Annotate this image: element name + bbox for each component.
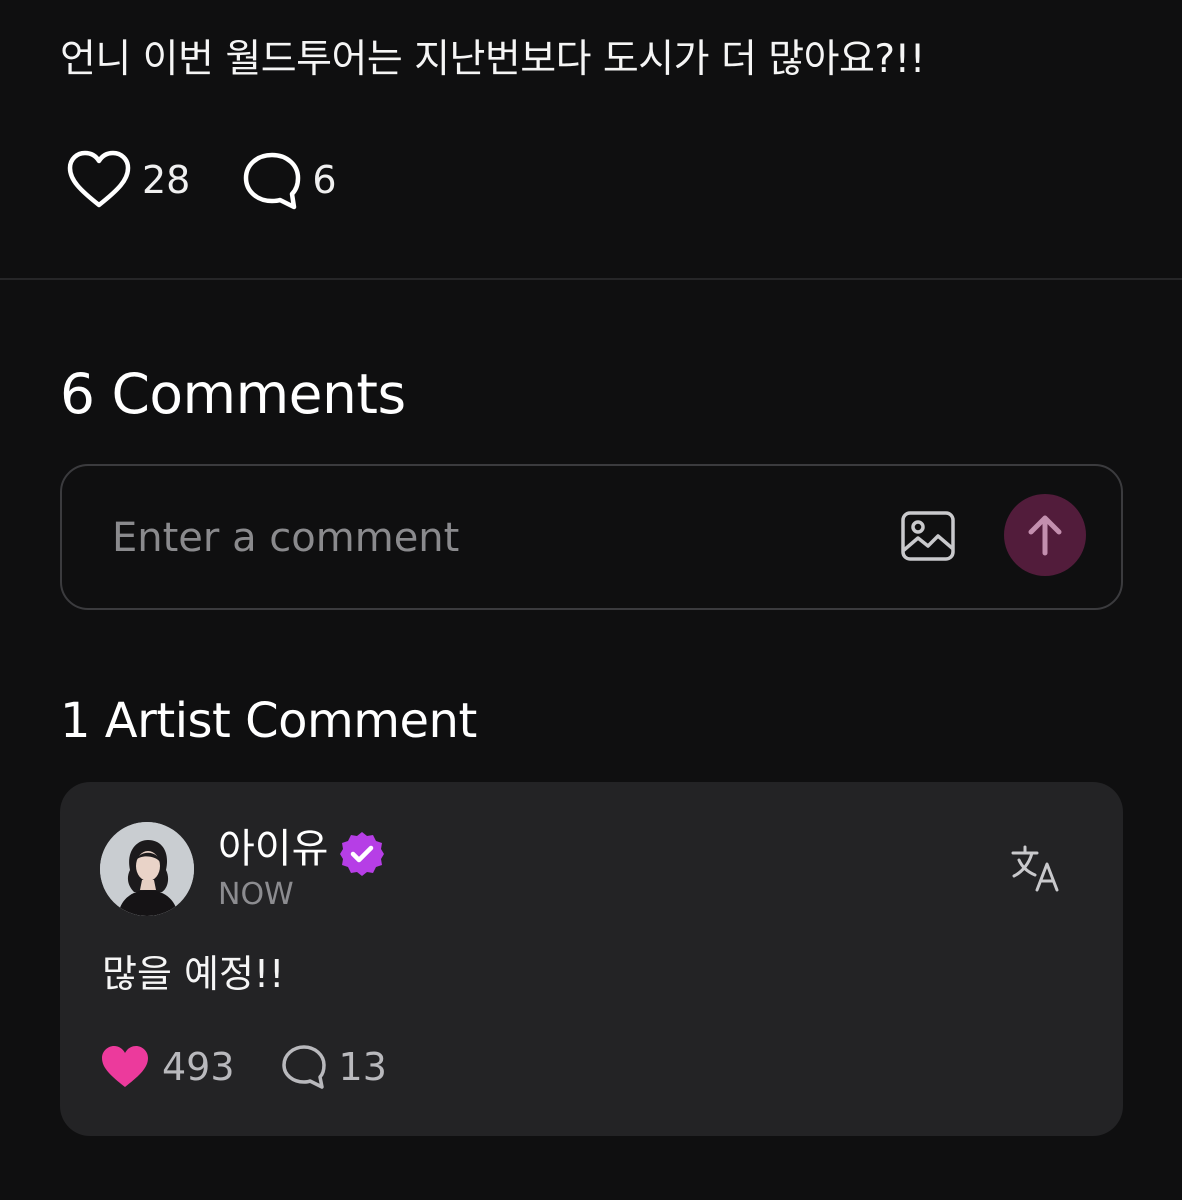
avatar[interactable]	[100, 822, 194, 916]
image-icon	[901, 511, 955, 561]
artist-comments-title: 1 Artist Comment	[60, 693, 477, 749]
send-comment-button[interactable]	[1004, 494, 1086, 576]
attach-image-button[interactable]	[900, 510, 956, 562]
artist-comment-text: 많을 예정!!	[102, 952, 285, 996]
artist-comment-reply-button[interactable]: 13	[281, 1044, 387, 1090]
heart-icon	[67, 150, 131, 208]
verified-badge-icon	[340, 832, 384, 876]
post-actions: 28 6	[66, 150, 337, 210]
artist-comment-card[interactable]: 아이유 NOW 많을 예정!! 493 13	[60, 782, 1123, 1136]
artist-comment-like-count: 493	[162, 1045, 235, 1089]
comment-input-box	[60, 464, 1123, 610]
comment-button[interactable]: 6	[242, 150, 337, 210]
comment-timestamp: NOW	[218, 877, 294, 912]
heart-filled-icon	[102, 1046, 148, 1087]
translate-button[interactable]	[1010, 844, 1064, 894]
comment-count: 6	[312, 158, 337, 202]
comment-input[interactable]	[110, 502, 854, 574]
translate-icon	[1011, 845, 1059, 892]
divider	[0, 278, 1182, 280]
like-count: 28	[142, 158, 191, 202]
post-text: 언니 이번 월드투어는 지난번보다 도시가 더 많아요?!!	[60, 37, 925, 82]
artist-comment-reply-count: 13	[338, 1045, 387, 1089]
author-name[interactable]: 아이유	[218, 824, 328, 874]
artist-comment-like-button[interactable]: 493	[100, 1044, 235, 1090]
artist-comment-actions: 493 13	[100, 1040, 387, 1094]
comment-bubble-icon	[244, 152, 301, 210]
comment-bubble-icon	[281, 1045, 326, 1089]
comments-title: 6 Comments	[60, 362, 406, 426]
artist-avatar-image	[100, 822, 194, 916]
like-button[interactable]: 28	[66, 150, 190, 210]
arrow-up-icon	[1028, 515, 1062, 556]
